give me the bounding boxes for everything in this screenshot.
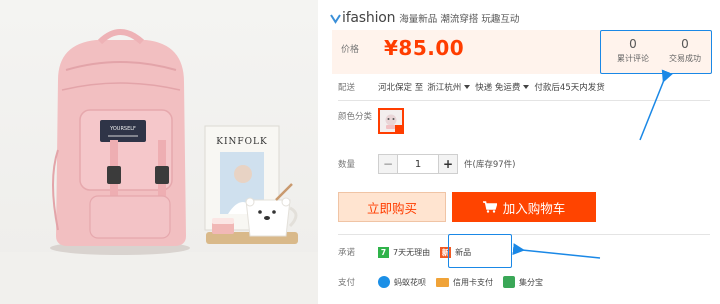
new-product-highlight-box (448, 234, 512, 268)
product-photo[interactable]: YOURSELF KINFOLK (0, 0, 318, 304)
stats-highlight-box (600, 30, 712, 74)
stock-text: 件(库存97件) (464, 160, 516, 170)
promise-7-day-return-text: 7天无理由 (393, 247, 431, 257)
add-to-cart-label: 加入购物车 (502, 200, 566, 216)
promise-7-day-return[interactable]: 7 7天无理由 (378, 246, 431, 258)
product-info-panel: ifashion 海量新品 潮流穿搭 玩趣互动 价格 ¥85.00 0 累计评论… (326, 0, 720, 304)
quantity-row: 数量 − 1 + 件(库存97件) (338, 154, 515, 174)
price-label: 价格 (341, 45, 360, 55)
method-chevron-down-icon[interactable] (523, 84, 530, 89)
payment-huabei-text: 蚂蚁花呗 (394, 277, 426, 287)
product-photo-illustration: YOURSELF KINFOLK (0, 29, 318, 304)
divider (338, 100, 710, 101)
color-row: 颜色分类 (338, 108, 404, 134)
payment-jifenbao-text: 集分宝 (519, 277, 543, 287)
selected-check-icon (395, 125, 403, 133)
patch-text: YOURSELF (109, 126, 136, 132)
color-label: 颜色分类 (338, 112, 373, 122)
brand-logo[interactable]: ifashion (330, 10, 395, 26)
payment-label: 支付 (338, 278, 356, 288)
quantity-increase-button[interactable]: + (438, 154, 458, 174)
payment-row: 支付 蚂蚁花呗 信用卡支付 集分宝 (338, 276, 553, 288)
shipping-destination[interactable]: 浙江杭州 (427, 81, 461, 93)
quantity-decrease-button[interactable]: − (378, 154, 398, 174)
shipping-label: 配送 (338, 83, 356, 93)
shipping-row: 配送 河北保定 至 浙江杭州 快递 免运费 付款后45天内发货 (338, 80, 605, 94)
7-day-return-icon: 7 (378, 246, 389, 258)
brand-name: ifashion (342, 10, 396, 26)
product-page: YOURSELF KINFOLK ifashion 海量新品 潮流穿搭 玩趣互动… (0, 0, 720, 304)
quantity-input[interactable]: 1 (398, 154, 438, 174)
shopping-cart-icon (482, 201, 497, 213)
ifashion-logo-icon (330, 13, 341, 24)
credit-card-icon (436, 277, 449, 287)
payment-credit-card[interactable]: 信用卡支付 (436, 277, 493, 288)
promise-label: 承诺 (338, 248, 356, 258)
buy-now-label: 立即购买 (366, 200, 417, 216)
shipping-method[interactable]: 快递 免运费 (475, 81, 520, 93)
brand-row: ifashion 海量新品 潮流穿搭 玩趣互动 (330, 10, 519, 26)
book-title: KINFOLK (216, 137, 267, 147)
shipping-origin: 河北保定 至 (378, 83, 424, 93)
add-to-cart-button[interactable]: 加入购物车 (452, 192, 596, 222)
buy-now-button[interactable]: 立即购买 (338, 192, 446, 222)
divider (338, 234, 710, 235)
jifenbao-icon (503, 276, 515, 288)
shipping-dispatch: 付款后45天内发货 (534, 83, 605, 93)
price-value: ¥85.00 (384, 36, 465, 60)
brand-slogan: 海量新品 潮流穿搭 玩趣互动 (399, 14, 520, 25)
payment-credit-card-text: 信用卡支付 (453, 277, 493, 287)
destination-chevron-down-icon[interactable] (464, 84, 471, 89)
payment-jifenbao[interactable]: 集分宝 (503, 276, 543, 288)
color-swatch-selected[interactable] (378, 108, 404, 134)
payment-huabei[interactable]: 蚂蚁花呗 (378, 276, 426, 288)
quantity-stepper: − 1 + (378, 154, 458, 174)
huabei-icon (378, 276, 390, 288)
quantity-label: 数量 (338, 160, 356, 170)
